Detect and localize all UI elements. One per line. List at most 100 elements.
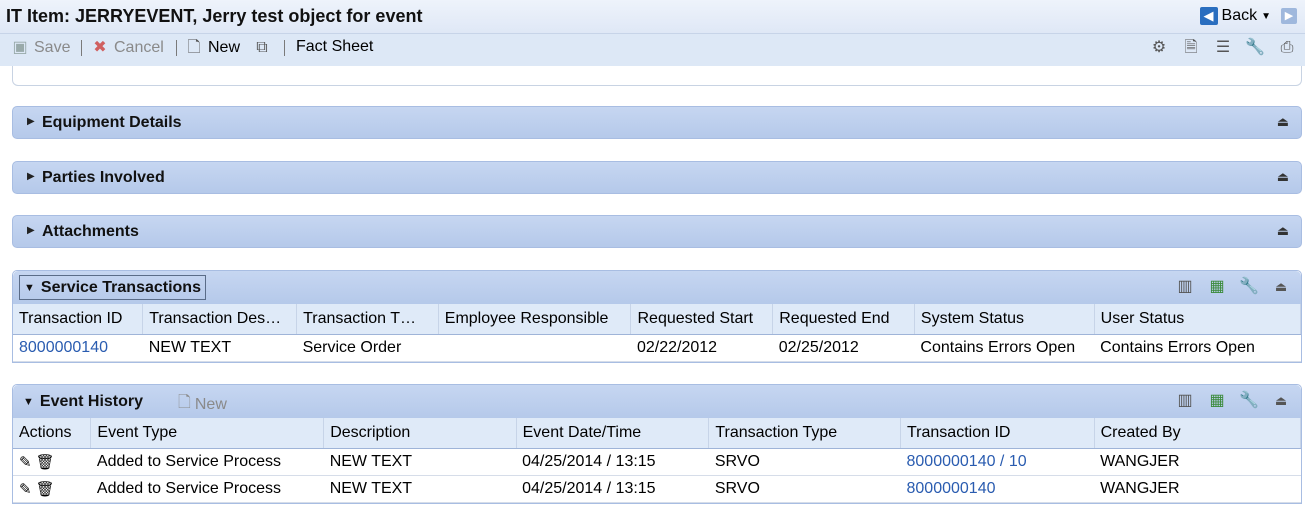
copy-icon: ⧉ [256,39,268,56]
column-header[interactable]: System Status [914,304,1095,335]
collapse-icon[interactable]: ⏏ [1271,391,1291,411]
settings-gear-icon[interactable]: ⚙ [1149,38,1169,58]
table-row: 8000000140 NEW TEXT Service Order 02/22/… [13,334,1301,362]
fact-sheet-button[interactable]: Fact Sheet [296,38,373,56]
transaction-id-link[interactable]: 8000000140 [19,339,108,356]
blank-panel [12,66,1302,86]
new-document-icon: 🗋 [187,39,201,56]
toolbar-right-icons: ⚙ 🗎 ☰ 🔧 ⎙ [1149,38,1297,58]
column-header[interactable]: Requested Start [630,304,774,335]
table-row: ✎ 🗑 Added to Service Process NEW TEXT 04/… [13,475,1301,503]
section-parties-involved[interactable]: ▶ Parties Involved ⏏ [12,161,1302,194]
back-arrow-icon: ◀ [1199,7,1218,25]
table-cell: NEW TEXT [323,448,517,476]
title-bar: IT Item: JERRYEVENT, Jerry test object f… [0,0,1305,34]
toolbar: ▣ Save ✖ Cancel 🗋 New ⧉ Fact Sheet ⚙ 🗎 ☰… [0,34,1305,66]
panel-title: Service Transactions [40,278,201,296]
notes-icon[interactable]: ☰ [1213,38,1233,58]
edit-icon[interactable]: ✎ [19,480,32,498]
column-header[interactable]: Requested End [772,304,915,335]
collapse-icon[interactable]: ⏏ [1277,223,1289,239]
back-button[interactable]: ◀ Back ▼ ▶ [1199,7,1297,25]
column-header[interactable]: Transaction ID [13,304,144,335]
document-settings-icon[interactable]: 🗎 [1181,38,1201,58]
cancel-button[interactable]: ✖ Cancel [90,38,164,58]
column-header[interactable]: User Status [1094,304,1302,335]
panel-title: Event History [39,392,144,410]
column-header[interactable]: Event Date/Time [516,418,710,449]
save-label: Save [34,39,71,56]
table-cell: NEW TEXT [323,475,517,503]
expand-arrow-icon[interactable]: ▶ [27,225,35,236]
column-header[interactable]: Employee Responsible [438,304,632,335]
event-history-panel: ▼ Event History 🗋 New ▥ ▦ 🔧 ⏏ Actions Ev… [12,384,1302,504]
print-icon[interactable]: ⎙ [1277,38,1297,58]
section-label: Attachments [42,223,139,240]
export-excel-icon[interactable]: ▦ [1207,277,1227,297]
section-attachments[interactable]: ▶ Attachments ⏏ [12,215,1302,248]
table-row: ✎ 🗑 Added to Service Process NEW TEXT 04/… [13,448,1301,476]
section-label: Parties Involved [42,169,165,186]
collapse-arrow-icon: ▼ [23,395,34,408]
export-excel-icon[interactable]: ▦ [1207,391,1227,411]
table-cell: 04/25/2014 / 13:15 [516,448,709,476]
event-history-header: ▼ Event History 🗋 New ▥ ▦ 🔧 ⏏ [13,385,1301,418]
event-history-table: Actions Event Type Description Event Dat… [13,418,1302,503]
expand-arrow-icon[interactable]: ▶ [27,171,35,182]
copy-button[interactable]: ⧉ [252,38,272,58]
column-header[interactable]: Transaction Type [708,418,901,449]
collapse-icon[interactable]: ⏏ [1277,169,1289,185]
column-header[interactable]: Transaction Des… [142,304,298,335]
event-new-button[interactable]: 🗋 New [178,391,227,418]
trash-icon[interactable]: 🗑 [36,480,55,498]
table-cell: Added to Service Process [90,448,324,476]
new-button[interactable]: 🗋 New [184,38,240,58]
cancel-label: Cancel [114,39,164,56]
back-label: Back [1221,7,1258,24]
table-cell: WANGJER [1094,448,1301,476]
new-label: New [194,395,227,413]
service-transactions-toggle[interactable]: ▼ Service Transactions [19,275,206,300]
wrench-icon[interactable]: 🔧 [1245,38,1265,58]
chart-icon[interactable]: ▥ [1175,277,1195,297]
fact-sheet-label: Fact Sheet [296,38,374,55]
dropdown-icon[interactable]: ▼ [1261,11,1271,22]
cancel-icon: ✖ [93,39,107,56]
column-header[interactable]: Transaction ID [900,418,1095,449]
table-header-row: Transaction ID Transaction Des… Transact… [13,304,1302,335]
expand-arrow-icon[interactable]: ▶ [27,116,35,127]
forward-icon[interactable]: ▶ [1281,8,1297,24]
save-button[interactable]: ▣ Save [10,38,70,58]
collapse-icon[interactable]: ⏏ [1271,277,1291,297]
transaction-id-link[interactable]: 8000000140 / 10 [907,453,1027,470]
new-document-icon: 🗋 [178,394,191,411]
toolbar-divider [81,40,82,56]
wrench-icon[interactable]: 🔧 [1239,277,1259,297]
column-header[interactable]: Event Type [90,418,325,449]
service-transactions-panel: ▼ Service Transactions ▥ ▦ 🔧 ⏏ Transacti… [12,270,1302,363]
toolbar-divider [176,40,177,56]
collapse-arrow-icon: ▼ [24,281,35,294]
table-cell: 04/25/2014 / 13:15 [516,475,709,503]
section-label: Equipment Details [42,114,182,131]
table-cell: SRVO [708,475,901,503]
collapse-icon[interactable]: ⏏ [1277,114,1289,130]
column-header[interactable]: Transaction T… [296,304,439,335]
table-cell: 02/22/2012 [630,334,773,362]
chart-icon[interactable]: ▥ [1175,391,1195,411]
table-cell: Service Order [296,334,439,362]
transaction-id-link[interactable]: 8000000140 [907,480,996,497]
edit-icon[interactable]: ✎ [19,453,32,471]
column-header[interactable]: Created By [1094,418,1302,449]
service-transactions-table: Transaction ID Transaction Des… Transact… [13,304,1302,362]
column-header[interactable]: Description [323,418,517,449]
wrench-icon[interactable]: 🔧 [1239,391,1259,411]
service-transactions-header: ▼ Service Transactions ▥ ▦ 🔧 ⏏ [13,271,1301,304]
section-equipment-details[interactable]: ▶ Equipment Details ⏏ [12,106,1302,139]
column-header[interactable]: Actions [13,418,92,449]
event-history-toggle[interactable]: ▼ Event History [19,389,147,414]
panel-icons: ▥ ▦ 🔧 ⏏ [1175,277,1291,297]
trash-icon[interactable]: 🗑 [36,453,55,471]
panel-icons: ▥ ▦ 🔧 ⏏ [1175,391,1291,411]
table-cell: 02/25/2012 [772,334,915,362]
